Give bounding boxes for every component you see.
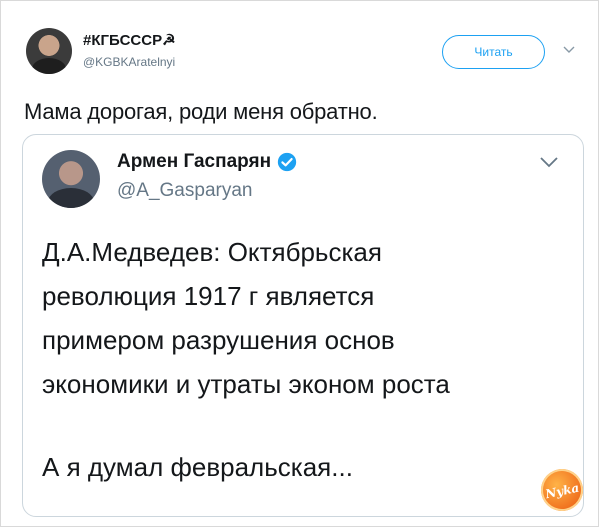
- chevron-down-icon[interactable]: [539, 155, 559, 169]
- svg-text:Nyka: Nyka: [543, 481, 580, 502]
- author-name[interactable]: #КГБСССР☭: [83, 31, 176, 49]
- quoted-tweet[interactable]: Армен Гаспарян @A_Gasparyan Д.А.Медведев…: [22, 134, 584, 517]
- quoted-author-handle[interactable]: @A_Gasparyan: [117, 180, 252, 202]
- quoted-author-avatar[interactable]: [42, 150, 100, 208]
- quoted-text-line: Д.А.Медведев: Октябрьская: [42, 237, 382, 267]
- quoted-text-line: экономики и утраты эконом роста: [42, 369, 450, 399]
- watermark-lettering: Nyka: [543, 481, 580, 502]
- follow-button[interactable]: Читать: [442, 35, 545, 69]
- quoted-text: Д.А.Медведев: Октябрьская революция 1917…: [42, 230, 450, 406]
- author-handle[interactable]: @KGBKAratelnyi: [83, 55, 175, 69]
- tweet-card: #КГБСССР☭ @KGBKAratelnyi Читать Мама дор…: [0, 0, 599, 527]
- quoted-text-line: революция 1917 г является: [42, 281, 375, 311]
- quoted-author-name[interactable]: Армен Гаспарян: [117, 151, 271, 173]
- quoted-author-name-row[interactable]: Армен Гаспарян: [117, 151, 297, 173]
- chevron-down-icon[interactable]: [563, 45, 575, 55]
- author-avatar[interactable]: [26, 28, 72, 74]
- tweet-text: Мама дорогая, роди меня обратно.: [24, 99, 378, 124]
- verified-badge-icon: [277, 152, 297, 172]
- quoted-text-last-line: А я думал февральская...: [42, 452, 353, 482]
- quoted-text-line: примером разрушения основ: [42, 325, 395, 355]
